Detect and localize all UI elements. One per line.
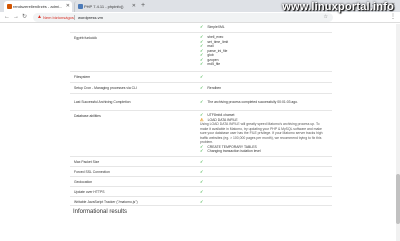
row-label: Egyéb funkciók [74,36,97,40]
tab-title: rendszerellenőrzés - admi... [13,4,63,9]
tab-close-icon[interactable]: ✕ [132,1,136,12]
row-value: ✓ [200,169,207,175]
row-label: Filesystem [74,75,91,79]
not-secure-label[interactable]: Nem biztonságos [43,13,74,22]
row-value: ✓ The archiving process completed success… [200,99,299,104]
row-value: ✓ SimpleXML [200,24,225,29]
tab-title: PHP 7.4.11 - phpinfo() [84,4,124,9]
table-row: Forced SSL Connection ✓ [70,166,332,176]
reload-icon[interactable]: ↻ [22,12,27,23]
tab-close-icon[interactable]: ✕ [66,1,70,12]
section-heading: Informational results [73,209,128,215]
row-label: Setup Cron - Managing processes via CLI [74,86,137,90]
address-bar[interactable]: ▲ Nem biztonságos wordpress.vm ☆ [33,13,333,22]
table-row: Max Packet Size ✓ [70,156,332,166]
table-row: Egyéb funkciók ✓ shell_exec ✓ set_time_lim… [70,32,332,71]
browser-toolbar: ← → ↻ ▲ Nem biztonságos wordpress.vm ☆ ⋮ [0,12,400,23]
star-icon[interactable]: ☆ [324,13,328,22]
row-value: ✓ Rendben [200,85,222,90]
row-value: ✓ [200,199,207,205]
menu-icon[interactable]: ⋮ [390,12,396,23]
minimize-button[interactable]: – [372,0,375,11]
check-icon: ✓ [200,189,204,194]
divider [74,15,75,20]
check-icon: ✓ [200,99,204,104]
table-row: ✓ SimpleXML [70,24,332,32]
check-icon: ✓ [200,148,204,153]
warning-icon: ⚠ [200,116,204,122]
lock-icon[interactable]: ▲ [37,13,42,22]
table-row: Filesystem ✓ [70,71,332,82]
table-row: Writable JavaScript Tracker ("/matomo.js… [70,196,332,206]
table-row: Setup Cron - Managing processes via CLI … [70,82,332,93]
back-icon[interactable]: ← [4,12,10,23]
row-label: Update over HTTPS [74,190,105,194]
row-value: ✓ [200,74,207,80]
row-label: Database abilities [74,114,101,118]
table-row: Update over HTTPS ✓ [70,186,332,196]
row-value-list: ✓ UTF8mb4 charset ⚠ LOAD DATA INFILE Using… [200,112,328,154]
row-value: ✓ [200,159,207,165]
php-favicon-icon [78,4,83,9]
scrollbar-thumb[interactable] [396,174,400,224]
row-label: Last Successful Archiving Completion [74,100,131,104]
tab-phpinfo[interactable]: PHP 7.4.11 - phpinfo() ✕ [74,1,138,12]
new-tab-button[interactable]: + [141,1,145,11]
warning-paragraph: Using LOAD DATA INFILE will greatly spee… [200,122,323,144]
row-value: ✓ [200,179,207,185]
check-icon: ✓ [200,85,204,90]
scrollbar[interactable] [396,24,400,241]
forward-icon[interactable]: → [13,12,19,23]
table-row: Geolocation ✓ [70,176,332,186]
matomo-favicon-icon [7,4,12,9]
row-value-list: ✓ shell_exec ✓ set_time_limit ✓ mail ✓ parse… [200,34,229,66]
check-icon: ✓ [200,24,204,29]
table-row: Last Successful Archiving Completion ✓ Th… [70,93,332,110]
maximize-button[interactable]: □ [381,0,384,11]
row-label: Forced SSL Connection [74,170,110,174]
check-icon: ✓ [200,159,204,164]
check-icon: ✓ [200,179,204,184]
check-icon: ✓ [200,169,204,174]
row-label: Writable JavaScript Tracker ("/matomo.js… [74,200,138,204]
row-label: Geolocation [74,180,93,184]
row-value: ✓ [200,189,207,195]
tab-system-check[interactable]: rendszerellenőrzés - admi... ✕ [4,1,72,12]
row-label: Max Packet Size [74,160,100,164]
close-window-button[interactable]: ✕ [391,0,395,11]
tab-bar: rendszerellenőrzés - admi... ✕ PHP 7.4.1… [0,0,400,12]
check-icon: ✓ [200,199,204,204]
check-icon: ✓ [200,74,204,79]
url-text[interactable]: wordpress.vm [78,13,103,22]
table-row: Database abilities ✓ UTF8mb4 charset ⚠ LOA… [70,110,332,156]
check-icon: ✓ [200,61,204,66]
